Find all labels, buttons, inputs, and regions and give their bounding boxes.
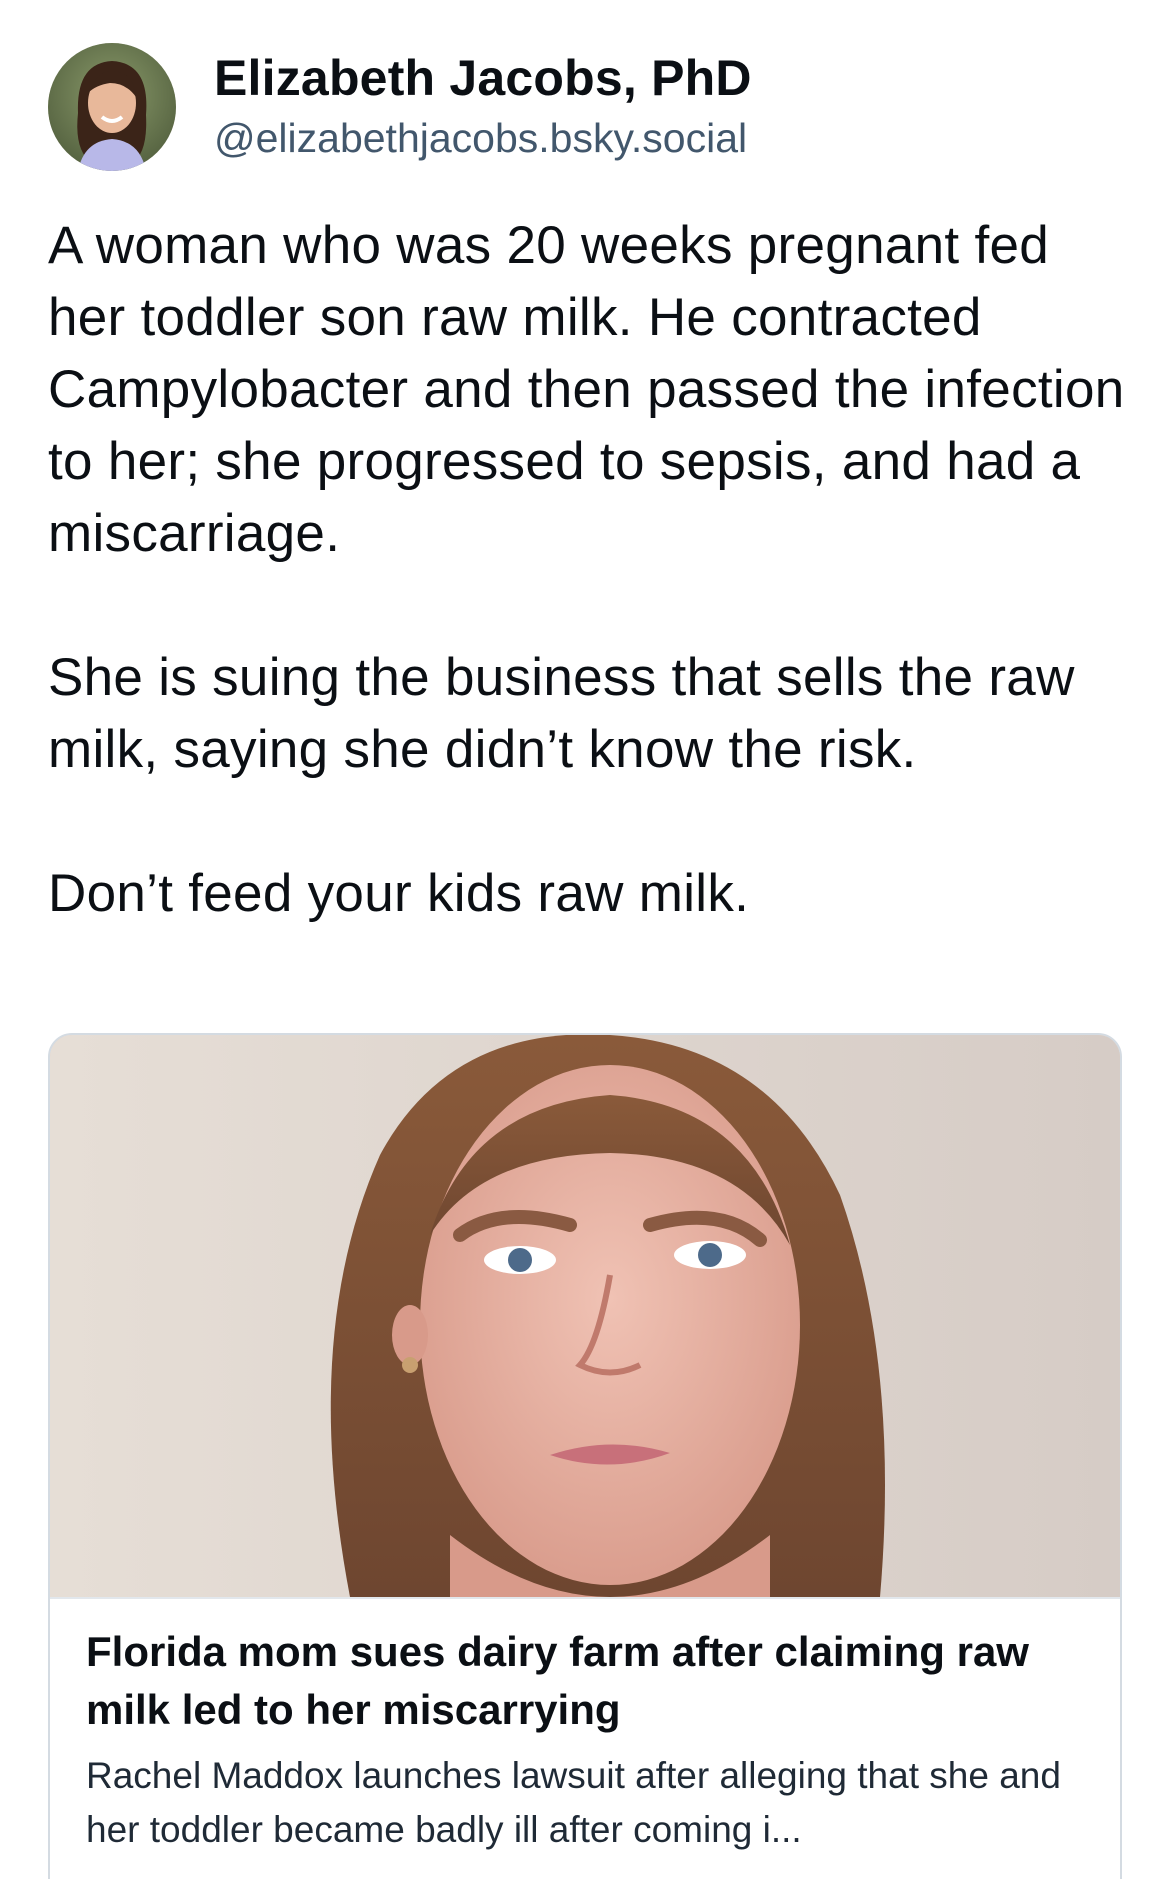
link-card-body: Florida mom sues dairy farm after claimi… [50, 1597, 1120, 1857]
post-paragraph: A woman who was 20 weeks pregnant fed he… [48, 216, 1125, 563]
post-header: Elizabeth Jacobs, PhD @elizabethjacobs.b… [48, 42, 752, 172]
author-display-name[interactable]: Elizabeth Jacobs, PhD [214, 47, 752, 109]
avatar[interactable] [48, 43, 176, 171]
post-paragraph: She is suing the business that sells the… [48, 648, 1075, 779]
link-card-description: Rachel Maddox launches lawsuit after all… [86, 1755, 1061, 1850]
post-paragraph: Don’t feed your kids raw milk. [48, 864, 750, 923]
link-card-title[interactable]: Florida mom sues dairy farm after claimi… [86, 1623, 1084, 1739]
author-names: Elizabeth Jacobs, PhD @elizabethjacobs.b… [214, 47, 752, 167]
avatar-image [48, 43, 176, 171]
link-card[interactable]: Florida mom sues dairy farm after claimi… [48, 1033, 1122, 1879]
link-card-thumbnail [50, 1035, 1120, 1597]
news-photo-image [50, 1035, 1120, 1597]
post: Elizabeth Jacobs, PhD @elizabethjacobs.b… [0, 0, 1170, 1879]
post-text: A woman who was 20 weeks pregnant fed he… [48, 210, 1138, 930]
author-handle[interactable]: @elizabethjacobs.bsky.social [214, 109, 752, 167]
